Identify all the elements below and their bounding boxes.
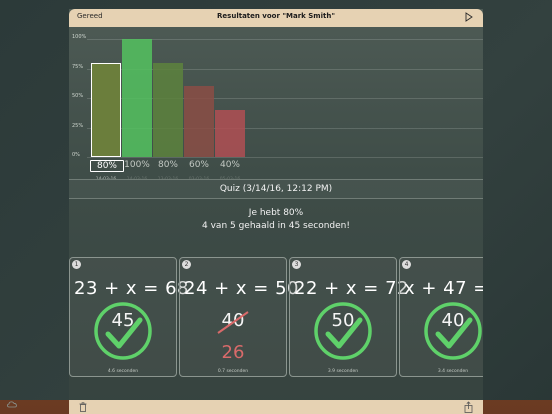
cloud-icon <box>7 401 17 408</box>
y-tick-label: 75% <box>72 63 84 70</box>
y-tick-label: 100% <box>72 34 87 40</box>
answer-time: 3.4 seconden <box>437 369 469 374</box>
page-title: Resultaten voor "Mark Smith" <box>217 12 335 20</box>
y-tick-label: 25% <box>72 122 84 129</box>
bar-value-label[interactable]: 60% <box>183 160 215 170</box>
chart-bar[interactable] <box>122 39 152 157</box>
results-sheet: Gereed Resultaten voor "Mark Smith" 0% 25… <box>69 9 483 414</box>
question-equation: x + 47 = 8 <box>404 278 483 299</box>
bottom-toolbar <box>69 400 483 414</box>
share-icon[interactable] <box>464 401 473 413</box>
gridline <box>87 157 483 158</box>
given-answer: 50 <box>331 310 355 331</box>
question-card[interactable]: 1 23 + x = 68 45 4.6 seconden <box>69 257 189 377</box>
chart-bar[interactable] <box>153 62 183 157</box>
strikethrough-icon <box>217 311 249 334</box>
question-number-badge: 1 <box>72 260 81 269</box>
answer-time: 4.6 seconden <box>107 369 139 374</box>
score-summary: 4 van 5 gehaald in 45 seconden! <box>202 221 350 231</box>
y-tick-label: 50% <box>72 93 84 99</box>
given-answer: 45 <box>111 310 135 331</box>
chart-bar[interactable] <box>91 62 121 157</box>
results-chart: 0% 25% 50% 75% 100% 80% 14-03-16 100% 14-03-16 80… <box>69 27 483 187</box>
question-number-badge: 3 <box>292 260 301 269</box>
correct-answer: 26 <box>221 342 245 363</box>
question-card[interactable]: 3 22 + x = 72 50 3.9 seconden <box>289 257 409 377</box>
answer-time: 0.7 seconden <box>217 369 249 374</box>
question-number-badge: 2 <box>182 260 191 269</box>
bar-value-label[interactable]: 100% <box>121 160 153 170</box>
y-tick-label: 0% <box>72 152 80 158</box>
chart-bar[interactable] <box>184 86 214 157</box>
trash-icon[interactable] <box>79 402 87 412</box>
given-answer: 40 <box>441 310 465 331</box>
answer-time: 3.9 seconden <box>327 369 359 374</box>
navigation-bar: Gereed Resultaten voor "Mark Smith" <box>69 9 483 27</box>
bar-value-label[interactable]: 80% <box>152 160 184 170</box>
question-card[interactable]: 4 x + 47 = 8 40 3.4 seconden <box>399 257 483 377</box>
quiz-title: Quiz (3/14/16, 12:12 PM) <box>219 184 333 194</box>
play-icon[interactable] <box>465 12 473 22</box>
question-card[interactable]: 2 24 + x = 50 40 26 0.7 seconden <box>179 257 299 377</box>
bar-value-label[interactable]: 40% <box>214 160 246 170</box>
bar-value-label[interactable]: 80% <box>90 160 124 172</box>
score-percentage: Je hebt 80% <box>248 208 304 218</box>
chart-bar[interactable] <box>215 109 245 157</box>
quiz-header: Quiz (3/14/16, 12:12 PM) <box>69 179 483 199</box>
question-number-badge: 4 <box>402 260 411 269</box>
